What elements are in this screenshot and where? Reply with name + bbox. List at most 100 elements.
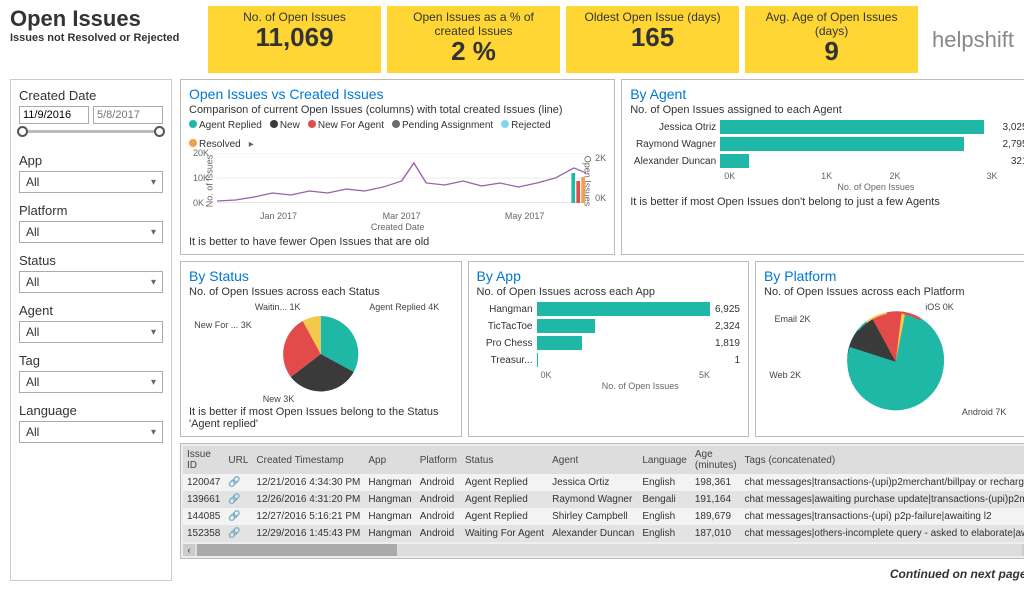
- date-slider[interactable]: [19, 130, 163, 133]
- table-row[interactable]: 144085🔗12/27/2016 5:16:21 PMHangmanAndro…: [183, 508, 1024, 525]
- filter-dropdown[interactable]: All ▾: [19, 321, 163, 343]
- table-header[interactable]: App: [364, 446, 415, 474]
- table-header[interactable]: Platform: [416, 446, 461, 474]
- filter-dropdown[interactable]: All ▾: [19, 371, 163, 393]
- table-row[interactable]: 139661 🔗 12/26/2016 4:31:20 PMHangmanAndro…: [183, 491, 1024, 508]
- card-open-vs-created: Open Issues vs Created Issues Comparison…: [180, 79, 615, 255]
- date-to-input[interactable]: [93, 106, 163, 124]
- table-header[interactable]: Agent: [548, 446, 638, 474]
- bar-row[interactable]: Jessica Otriz 3,025: [630, 120, 1024, 134]
- bar-row[interactable]: Pro Chess 1,819: [477, 336, 741, 350]
- date-from-input[interactable]: [19, 106, 89, 124]
- table-header[interactable]: Issue ID: [183, 446, 224, 474]
- table-cell: Bengali: [638, 491, 691, 508]
- issues-table[interactable]: Issue IDURLCreated TimestampAppPlatformS…: [180, 443, 1024, 559]
- kpi-card: Avg. Age of Open Issues (days) 9: [745, 6, 918, 73]
- bar-value: 2,324: [712, 321, 740, 332]
- kpi-value: 11,069: [214, 22, 375, 53]
- legend-item[interactable]: Pending Assignment: [392, 120, 493, 131]
- table-row[interactable]: 152358🔗12/29/2016 1:45:43 PMHangmanAndro…: [183, 525, 1024, 542]
- card-title: By Status: [189, 268, 453, 284]
- table-cell: chat messages|transactions-(upi)p2mercha…: [741, 474, 1024, 491]
- filter-label: Language: [19, 403, 163, 418]
- agent-bar-chart[interactable]: Jessica Otriz 3,025 Raymond Wagner 2,795…: [630, 120, 1024, 168]
- filter-label: Agent: [19, 303, 163, 318]
- card-by-status: By Status No. of Open Issues across each…: [180, 261, 462, 437]
- legend-scroll-icon[interactable]: ▸: [249, 139, 254, 150]
- url-link[interactable]: 🔗: [224, 508, 252, 525]
- card-subtitle: No. of Open Issues across each Status: [189, 286, 453, 298]
- bar-row[interactable]: TicTacToe 2,324: [477, 319, 741, 333]
- filter-dropdown[interactable]: All ▾: [19, 171, 163, 193]
- scroll-left-icon[interactable]: ‹: [183, 544, 195, 556]
- table-row[interactable]: 120047🔗12/21/2016 4:34:30 PMHangmanAndro…: [183, 474, 1024, 491]
- kpi-value: 9: [751, 36, 912, 67]
- app-bar-chart[interactable]: Hangman 6,925 TicTacToe 2,324 Pro Chess …: [477, 302, 741, 367]
- table-header[interactable]: Created Timestamp: [252, 446, 364, 474]
- table-cell: 120047: [183, 474, 224, 491]
- legend-item[interactable]: Rejected: [501, 120, 550, 131]
- legend-item[interactable]: New For Agent: [308, 120, 384, 131]
- bar-row[interactable]: Hangman 6,925: [477, 302, 741, 316]
- table-cell: 12/29/2016 1:45:43 PM: [252, 525, 364, 542]
- card-title: By App: [477, 268, 741, 284]
- table-cell: English: [638, 525, 691, 542]
- status-pie-chart[interactable]: Waitin... 1K Agent Replied 4K New For ..…: [189, 302, 453, 402]
- table-header[interactable]: Tags (concatenated): [741, 446, 1024, 474]
- card-title: By Platform: [764, 268, 1024, 284]
- link-icon[interactable]: 🔗: [228, 477, 240, 488]
- table-header[interactable]: URL: [224, 446, 252, 474]
- url-link[interactable]: 🔗: [224, 474, 252, 491]
- url-link[interactable]: 🔗: [224, 491, 252, 508]
- x-axis-label: Created Date: [189, 222, 606, 232]
- filter-dropdown[interactable]: All ▾: [19, 421, 163, 443]
- chevron-down-icon: ▾: [151, 227, 156, 238]
- bar-label: Pro Chess: [477, 338, 537, 349]
- table-header[interactable]: Age (minutes): [691, 446, 741, 474]
- filter-value: All: [26, 425, 39, 439]
- table-cell: 189,679: [691, 508, 741, 525]
- table-cell: chat messages|awaiting purchase update|t…: [741, 491, 1024, 508]
- table-cell: 12/26/2016 4:31:20 PM: [252, 491, 364, 508]
- table-cell: 139661: [183, 491, 224, 508]
- platform-pie-chart[interactable]: iOS 0K Email 2K Web 2K Android 7K: [764, 302, 1024, 417]
- kpi-label: Open Issues as a % of created Issues: [393, 10, 554, 38]
- kpi-card: Oldest Open Issue (days) 165: [566, 6, 739, 73]
- line-chart[interactable]: [217, 153, 586, 203]
- horizontal-scrollbar[interactable]: ‹ ›: [183, 544, 1024, 556]
- bar-label: Treasur...: [477, 355, 537, 366]
- table-cell: Android: [416, 525, 461, 542]
- card-by-platform: By Platform No. of Open Issues across ea…: [755, 261, 1024, 437]
- table-cell: Hangman: [364, 491, 415, 508]
- table-cell: Android: [416, 474, 461, 491]
- filter-value: All: [26, 375, 39, 389]
- kpi-label: Avg. Age of Open Issues (days): [751, 10, 912, 38]
- link-icon[interactable]: 🔗: [228, 511, 240, 522]
- filter-dropdown[interactable]: All ▾: [19, 271, 163, 293]
- table-header[interactable]: Language: [638, 446, 691, 474]
- url-link[interactable]: 🔗: [224, 525, 252, 542]
- table-cell: chat messages|others-incomplete query - …: [741, 525, 1024, 542]
- table-cell: Agent Replied: [461, 474, 548, 491]
- filter-label: Status: [19, 253, 163, 268]
- legend-item[interactable]: Agent Replied: [189, 120, 262, 131]
- card-by-app: By App No. of Open Issues across each Ap…: [468, 261, 750, 437]
- table-cell: Android: [416, 491, 461, 508]
- bar-row[interactable]: Alexander Duncan 321: [630, 154, 1024, 168]
- table-cell: Raymond Wagner: [548, 491, 638, 508]
- link-icon[interactable]: 🔗: [228, 528, 240, 539]
- kpi-card: No. of Open Issues 11,069: [208, 6, 381, 73]
- filter-dropdown[interactable]: All ▾: [19, 221, 163, 243]
- bar-row[interactable]: Raymond Wagner 2,795: [630, 137, 1024, 151]
- filter-label-created-date: Created Date: [19, 88, 163, 103]
- card-footer: It is better to have fewer Open Issues t…: [189, 236, 606, 248]
- bar-row[interactable]: Treasur... 1: [477, 353, 741, 367]
- bar-label: TicTacToe: [477, 321, 537, 332]
- brand-logo: helpshift: [926, 27, 1014, 53]
- chevron-down-icon: ▾: [151, 327, 156, 338]
- card-footer: It is better if most Open Issues belong …: [189, 406, 453, 430]
- legend-item[interactable]: New: [270, 120, 300, 131]
- bar-value: 321: [1008, 156, 1024, 167]
- table-header[interactable]: Status: [461, 446, 548, 474]
- link-icon[interactable]: 🔗: [228, 494, 240, 505]
